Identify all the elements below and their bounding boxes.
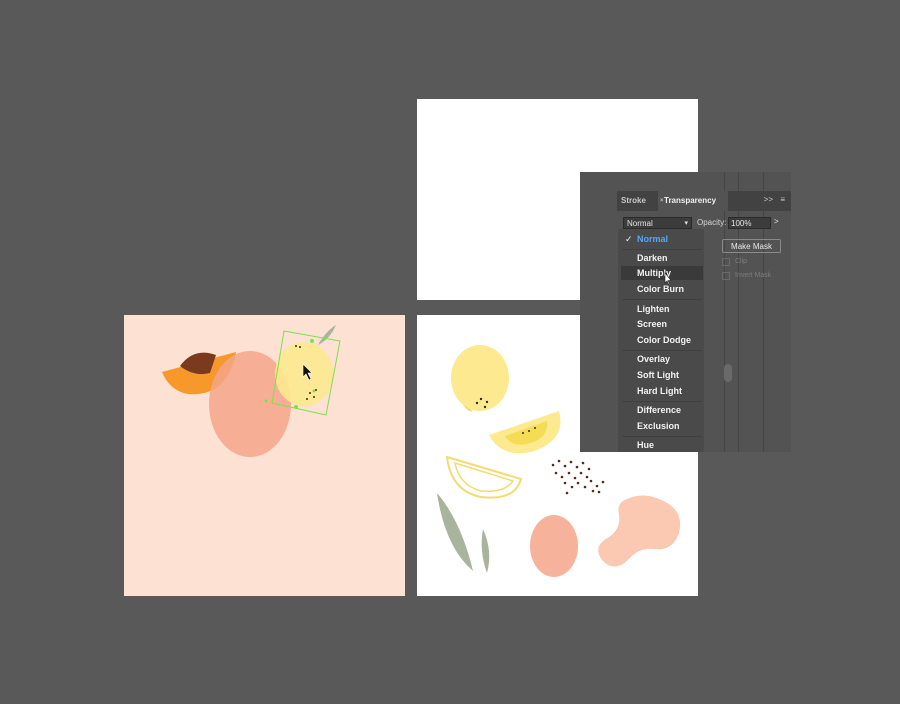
pointer-cursor-icon <box>664 272 672 286</box>
make-mask-button[interactable]: Make Mask <box>722 239 781 253</box>
blend-option-screen[interactable]: Screen <box>637 319 667 329</box>
blend-option-normal[interactable]: Normal <box>637 234 668 244</box>
blend-option-color-burn[interactable]: Color Burn <box>637 284 684 294</box>
invert-mask-checkbox[interactable] <box>722 272 730 280</box>
blend-option-lighten[interactable]: Lighten <box>637 304 670 314</box>
blend-option-overlay[interactable]: Overlay <box>637 354 670 364</box>
seed-cluster <box>551 459 605 495</box>
lemon <box>451 345 509 411</box>
menu-separator <box>622 299 702 300</box>
menu-separator <box>622 350 702 351</box>
panel-menu-icon[interactable]: ≡ <box>780 195 785 204</box>
tab-stroke[interactable]: Stroke <box>621 191 646 211</box>
blend-option-hue[interactable]: Hue <box>637 440 654 450</box>
expand-panels-icon[interactable]: >> <box>764 195 773 204</box>
panel-column-divider <box>763 172 764 452</box>
scrollbar-thumb[interactable] <box>724 364 732 382</box>
tab-transparency[interactable]: × Transparency <box>658 191 728 211</box>
artboard-composition[interactable] <box>124 315 405 596</box>
menu-separator <box>622 401 702 402</box>
leaf-large <box>437 493 473 571</box>
opacity-label: Opacity: <box>697 218 727 227</box>
leaf-small <box>318 325 336 345</box>
panel-column-divider <box>724 172 725 452</box>
opacity-slider-toggle[interactable]: > <box>774 217 779 226</box>
blend-option-color-dodge[interactable]: Color Dodge <box>637 335 691 345</box>
blend-option-exclusion[interactable]: Exclusion <box>637 421 680 431</box>
leaf-small-2 <box>481 529 490 573</box>
blend-mode-select[interactable]: Normal ▾ <box>623 217 692 229</box>
opacity-input[interactable]: 100% <box>728 217 771 229</box>
invert-mask-label: Invert Mask <box>735 272 772 279</box>
menu-separator <box>622 436 702 437</box>
blend-mode-value: Normal <box>627 219 653 228</box>
salmon-egg-asset <box>530 515 578 577</box>
panel-tab-bar: Stroke × Transparency >> ≡ <box>617 191 791 211</box>
blend-option-darken[interactable]: Darken <box>637 253 668 263</box>
check-icon: ✓ <box>625 234 633 244</box>
blend-option-soft-light[interactable]: Soft Light <box>637 370 679 380</box>
menu-separator <box>622 249 702 250</box>
peach-blob <box>598 495 681 567</box>
blend-mode-menu: ✓ Normal Darken Multiply Color Burn Ligh… <box>618 229 704 452</box>
composition-art <box>162 325 341 457</box>
tab-transparency-label: Transparency <box>664 196 717 205</box>
blend-option-difference[interactable]: Difference <box>637 405 681 415</box>
close-icon[interactable]: × <box>660 191 664 211</box>
panel-column-divider <box>738 172 739 452</box>
blend-option-hard-light[interactable]: Hard Light <box>637 386 682 396</box>
clip-label: Clip <box>735 258 748 265</box>
clip-checkbox[interactable] <box>722 258 730 266</box>
